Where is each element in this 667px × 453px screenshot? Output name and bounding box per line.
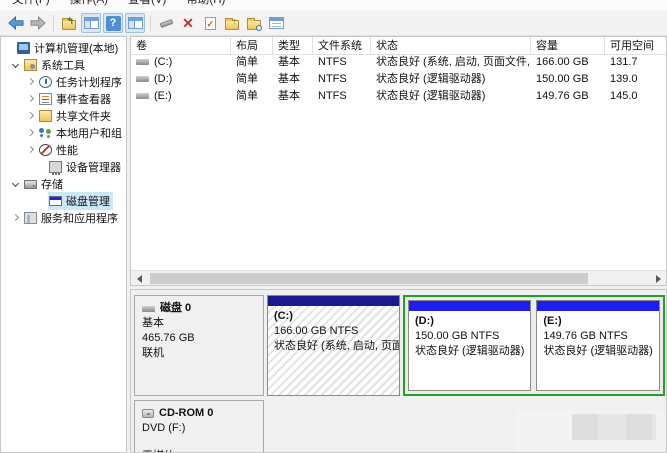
partition-e[interactable]: (E:) 149.76 GB NTFS 状态良好 (逻辑驱动器) (536, 300, 659, 391)
selected-tree-item[interactable]: 磁盘管理 (48, 192, 113, 210)
show-action-pane-icon[interactable] (125, 13, 145, 33)
show-console-tree-icon[interactable] (81, 13, 101, 33)
menu-help[interactable]: 帮助(H) (180, 0, 231, 11)
local-users-icon (39, 127, 52, 139)
horizontal-scrollbar[interactable] (131, 270, 666, 285)
services-icon (24, 212, 37, 224)
disk-0-header[interactable]: 磁盘 0 基本 465.76 GB 联机 (134, 295, 264, 396)
folder-import-icon[interactable]: ↑ (222, 13, 242, 33)
task-scheduler-icon (39, 76, 52, 88)
shared-folders-icon (39, 110, 52, 122)
help-icon[interactable]: ? (103, 13, 123, 33)
menu-bar: 文件(F) 操作(A) 查看(V) 帮助(H) (0, 0, 667, 11)
tree-item-disk-management[interactable]: 磁盘管理 (1, 192, 126, 209)
column-header-free[interactable]: 可用空间 (605, 37, 667, 55)
performance-icon (39, 144, 52, 156)
delete-volume-icon[interactable]: ✕ (178, 13, 198, 33)
logical-drive-bar (409, 301, 530, 311)
column-header-layout[interactable]: 布局 (231, 37, 273, 55)
tree-item-system-tools[interactable]: 系统工具 (1, 56, 126, 73)
scrollbar-thumb[interactable] (150, 273, 588, 284)
computer-management-window: 文件(F) 操作(A) 查看(V) 帮助(H) ↰ ? ✕ ↑ 计算机管理(本地… (0, 0, 667, 453)
tree-item-task-scheduler[interactable]: 任务计划程序 (1, 73, 126, 90)
tree-item-services-applications[interactable]: 服务和应用程序 (1, 209, 126, 226)
expander-closed-icon[interactable] (27, 95, 34, 102)
volume-table-header: 卷 布局 类型 文件系统 状态 容量 可用空间 (131, 37, 666, 54)
computer-icon (17, 42, 30, 54)
column-header-capacity[interactable]: 容量 (531, 37, 605, 55)
disk-icon (142, 306, 155, 312)
scroll-right-arrow[interactable] (650, 271, 666, 286)
partition-c[interactable]: (C:) 166.00 GB NTFS 状态良好 (系统, 启动, 页面文件, … (267, 295, 400, 396)
tree-item-storage[interactable]: 存储 (1, 175, 126, 192)
tree-item-device-manager[interactable]: 设备管理器 (1, 158, 126, 175)
folder-search-icon[interactable] (244, 13, 264, 33)
storage-icon (24, 180, 37, 189)
event-viewer-icon (39, 93, 52, 105)
menu-action[interactable]: 操作(A) (64, 0, 114, 11)
column-header-type[interactable]: 类型 (273, 37, 313, 55)
menu-view[interactable]: 查看(V) (122, 0, 172, 11)
cdrom-icon (142, 409, 154, 418)
console-tree: 计算机管理(本地) 系统工具 任务计划程序 事件查看器 共享文件夹 本地用户和组… (0, 36, 127, 453)
tree-item-performance[interactable]: 性能 (1, 141, 126, 158)
properties-check-icon[interactable] (200, 13, 220, 33)
volume-row-d[interactable]: (D:) 简单 基本 NTFS 状态良好 (逻辑驱动器) 150.00 GB 1… (131, 71, 666, 88)
cdrom-0-media-status: 无媒体 (142, 449, 256, 453)
toolbar-separator (150, 15, 151, 31)
tree-item-computer-management[interactable]: 计算机管理(本地) (1, 39, 126, 56)
forward-icon[interactable] (28, 13, 48, 33)
disk-0-row: 磁盘 0 基本 465.76 GB 联机 (C:) 166.00 GB NTFS… (134, 295, 663, 396)
volume-row-e[interactable]: (E:) 简单 基本 NTFS 状态良好 (逻辑驱动器) 149.76 GB 1… (131, 88, 666, 105)
toolbar: ↰ ? ✕ ↑ (0, 11, 667, 36)
volume-list-pane: 卷 布局 类型 文件系统 状态 容量 可用空间 (C:) 简单 基本 NTFS … (130, 36, 667, 286)
menu-file[interactable]: 文件(F) (6, 0, 56, 11)
expander-closed-icon[interactable] (12, 214, 19, 221)
expander-open-icon[interactable] (12, 180, 19, 187)
back-icon[interactable] (6, 13, 26, 33)
expander-closed-icon[interactable] (27, 78, 34, 85)
column-header-volume[interactable]: 卷 (131, 37, 231, 55)
tree-item-local-users-groups[interactable]: 本地用户和组 (1, 124, 126, 141)
up-one-level-icon[interactable]: ↰ (59, 13, 79, 33)
disk-management-icon (49, 196, 62, 206)
expander-open-icon[interactable] (12, 61, 19, 68)
tree-item-event-viewer[interactable]: 事件查看器 (1, 90, 126, 107)
toolbar-separator (53, 15, 54, 31)
partition-d[interactable]: (D:) 150.00 GB NTFS 状态良好 (逻辑驱动器) (408, 300, 531, 391)
tree-item-shared-folders[interactable]: 共享文件夹 (1, 107, 126, 124)
column-header-status[interactable]: 状态 (371, 37, 531, 55)
extended-partition-container: (D:) 150.00 GB NTFS 状态良好 (逻辑驱动器) (E:) 14… (403, 295, 665, 396)
system-tools-icon (24, 59, 37, 71)
details-view-icon[interactable] (266, 13, 286, 33)
volume-icon (136, 76, 149, 82)
disk-0-status: 联机 (142, 346, 256, 361)
expander-closed-icon[interactable] (27, 112, 34, 119)
watermark-blob (516, 410, 666, 452)
cdrom-0-drive: DVD (F:) (142, 421, 256, 436)
device-manager-icon (49, 161, 62, 173)
tool-icon[interactable] (156, 13, 176, 33)
logical-drive-bar (537, 301, 658, 311)
graphical-view-pane: 磁盘 0 基本 465.76 GB 联机 (C:) 166.00 GB NTFS… (130, 289, 667, 453)
disk-0-capacity: 465.76 GB (142, 331, 256, 346)
expander-closed-icon[interactable] (27, 129, 34, 136)
volume-icon (136, 59, 149, 65)
expander-closed-icon[interactable] (27, 146, 34, 153)
column-header-filesystem[interactable]: 文件系统 (313, 37, 371, 55)
disk-0-type: 基本 (142, 316, 256, 331)
cdrom-0-header[interactable]: CD-ROM 0 DVD (F:) 无媒体 (134, 400, 264, 453)
primary-partition-bar (268, 296, 399, 306)
volume-row-c[interactable]: (C:) 简单 基本 NTFS 状态良好 (系统, 启动, 页面文件, 活动, … (131, 54, 666, 71)
scroll-left-arrow[interactable] (131, 271, 147, 286)
volume-icon (136, 93, 149, 99)
